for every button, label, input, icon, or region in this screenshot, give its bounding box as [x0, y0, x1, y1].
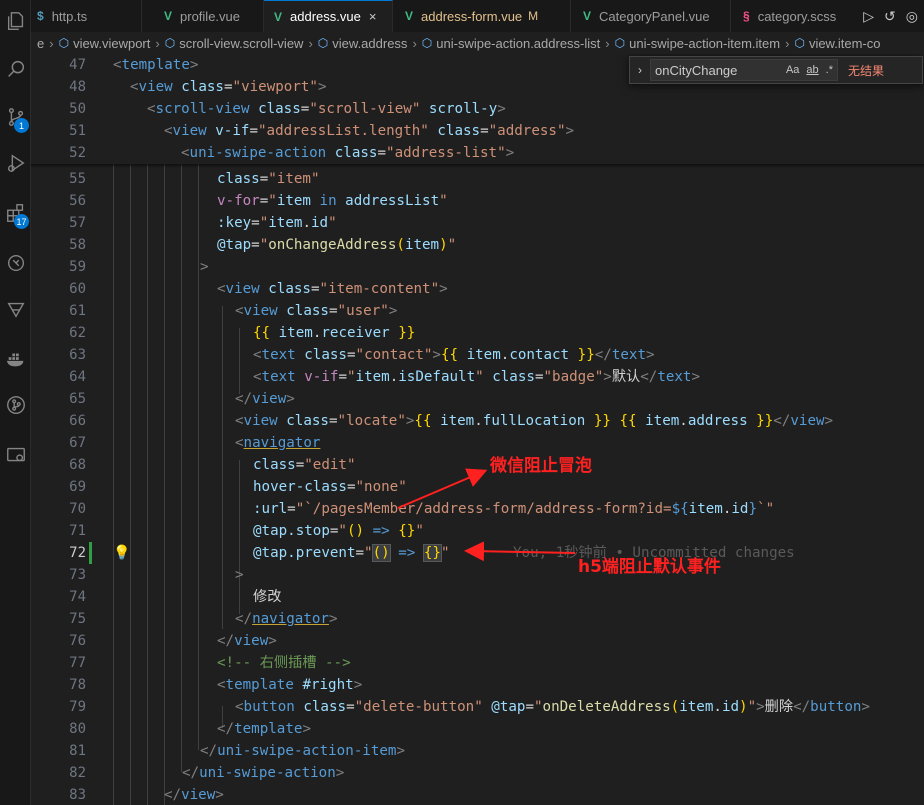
match-case-toggle[interactable]: Aa [786, 64, 799, 76]
annotation-arrow-wechat [397, 468, 488, 509]
regex-toggle[interactable]: .* [826, 64, 833, 76]
annotation-arrow-h5 [464, 541, 576, 562]
find-widget: › onCityChange Aa ab .* 无结果 [629, 56, 923, 84]
find-input[interactable]: onCityChange Aa ab .* [650, 59, 838, 81]
whole-word-toggle[interactable]: ab [806, 64, 818, 76]
chevron-right-icon[interactable]: › [630, 63, 650, 77]
find-result-count: 无结果 [848, 63, 885, 78]
find-query: onCityChange [655, 62, 738, 78]
annotation-arrows [397, 468, 576, 562]
